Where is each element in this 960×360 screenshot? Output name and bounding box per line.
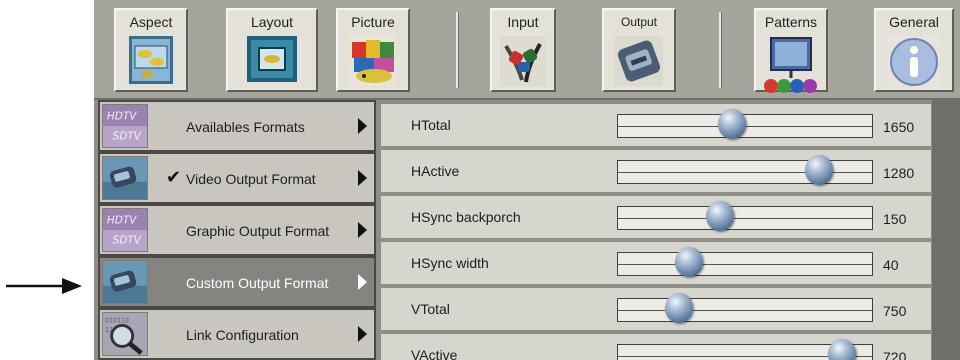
general-info-icon bbox=[888, 36, 940, 88]
param-value: 40 bbox=[883, 257, 899, 273]
toolbar-separator bbox=[456, 12, 459, 88]
magnifier-icon: 010110 110100 bbox=[102, 312, 148, 356]
param-label: VTotal bbox=[411, 301, 450, 317]
param-label: VActive bbox=[411, 347, 458, 360]
menu-item-label: Video Output Format bbox=[186, 171, 316, 187]
param-row-vactive: VActive 720 bbox=[380, 333, 932, 360]
parameter-panel: HTotal 1650 HActive 1280 HSync backporch… bbox=[380, 100, 932, 360]
chevron-right-icon bbox=[358, 118, 367, 134]
svg-text:HDTV: HDTV bbox=[107, 214, 137, 226]
slider-knob[interactable] bbox=[705, 201, 734, 231]
aspect-icon bbox=[129, 36, 173, 84]
video-connector-icon bbox=[102, 260, 148, 304]
layout-button[interactable]: Layout bbox=[226, 8, 318, 92]
patterns-icon bbox=[764, 37, 817, 93]
param-value: 750 bbox=[883, 303, 907, 319]
output-button-label: Output bbox=[620, 15, 658, 29]
layout-button-label: Layout bbox=[250, 14, 294, 30]
svg-text:SDTV: SDTV bbox=[113, 130, 142, 142]
param-row-htotal: HTotal 1650 bbox=[380, 103, 932, 147]
hactive-slider[interactable] bbox=[617, 155, 873, 185]
checkmark-icon: ✔ bbox=[166, 167, 182, 188]
menu-item-availables-formats[interactable]: HDTV SDTV Availables Formats bbox=[98, 100, 376, 152]
input-icon bbox=[500, 36, 546, 86]
submenu: HDTV SDTV Availables Formats ✔ Video Out… bbox=[98, 100, 378, 360]
chevron-right-icon bbox=[358, 222, 367, 238]
general-button-label: General bbox=[889, 14, 939, 30]
param-row-vtotal: VTotal 750 bbox=[380, 287, 932, 331]
toolbar-separator bbox=[719, 12, 722, 88]
param-label: HSync width bbox=[411, 255, 489, 271]
output-icon bbox=[615, 36, 663, 86]
chevron-right-icon bbox=[358, 274, 367, 290]
hdtv-sdtv-icon: HDTV SDTV bbox=[102, 208, 148, 252]
layout-icon bbox=[247, 36, 297, 82]
menu-item-link-configuration[interactable]: 010110 110100 Link Configuration bbox=[98, 308, 376, 360]
app-window: Aspect Layout Picture Input Output Patte… bbox=[94, 0, 960, 360]
chevron-right-icon bbox=[358, 326, 367, 342]
param-label: HTotal bbox=[411, 117, 451, 133]
param-label: HActive bbox=[411, 163, 460, 179]
video-connector-icon bbox=[102, 156, 148, 200]
pointer-arrow-icon bbox=[6, 278, 82, 294]
screenshot: { "toolbar": { "buttons": [ {"label": "A… bbox=[0, 0, 960, 360]
patterns-button-label: Patterns bbox=[764, 14, 818, 30]
param-row-hactive: HActive 1280 bbox=[380, 149, 932, 193]
hsync-backporch-slider[interactable] bbox=[617, 201, 873, 231]
param-value: 1650 bbox=[883, 119, 915, 135]
picture-button-label: Picture bbox=[351, 14, 395, 30]
hdtv-sdtv-icon: HDTV SDTV bbox=[102, 104, 148, 148]
menu-item-graphic-output-format[interactable]: HDTV SDTV Graphic Output Format bbox=[98, 204, 376, 256]
menu-item-label: Availables Formats bbox=[186, 119, 305, 135]
menu-item-video-output-format[interactable]: ✔ Video Output Format bbox=[98, 152, 376, 204]
patterns-button[interactable]: Patterns bbox=[754, 8, 828, 93]
param-value: 1280 bbox=[883, 165, 915, 181]
slider-knob[interactable] bbox=[675, 247, 704, 277]
picture-button[interactable]: Picture bbox=[336, 8, 410, 92]
menu-item-label: Link Configuration bbox=[186, 327, 299, 343]
general-button[interactable]: General bbox=[874, 8, 954, 92]
chevron-right-icon bbox=[358, 170, 367, 186]
slider-knob[interactable] bbox=[804, 155, 833, 185]
aspect-button[interactable]: Aspect bbox=[114, 8, 188, 92]
menu-item-custom-output-format[interactable]: Custom Output Format bbox=[98, 256, 376, 308]
slider-knob[interactable] bbox=[718, 109, 747, 139]
svg-text:SDTV: SDTV bbox=[113, 234, 142, 246]
param-label: HSync backporch bbox=[411, 209, 521, 225]
vactive-slider[interactable] bbox=[617, 339, 873, 360]
aspect-button-label: Aspect bbox=[129, 14, 173, 30]
param-value: 150 bbox=[883, 211, 907, 227]
menu-item-label: Graphic Output Format bbox=[186, 223, 330, 239]
slider-knob[interactable] bbox=[827, 339, 856, 360]
param-row-hsync-width: HSync width 40 bbox=[380, 241, 932, 285]
hsync-width-slider[interactable] bbox=[617, 247, 873, 277]
svg-text:010110: 010110 bbox=[105, 317, 129, 325]
toolbar: Aspect Layout Picture Input Output Patte… bbox=[94, 0, 960, 100]
menu-item-label: Custom Output Format bbox=[186, 275, 329, 291]
input-button-label: Input bbox=[507, 14, 539, 30]
htotal-slider[interactable] bbox=[617, 109, 873, 139]
svg-text:HDTV: HDTV bbox=[107, 110, 137, 122]
picture-icon bbox=[350, 36, 396, 86]
param-row-hsync-backporch: HSync backporch 150 bbox=[380, 195, 932, 239]
param-value: 720 bbox=[883, 349, 907, 360]
input-button[interactable]: Input bbox=[490, 8, 556, 92]
slider-knob[interactable] bbox=[664, 293, 693, 323]
output-button[interactable]: Output bbox=[602, 8, 676, 92]
vtotal-slider[interactable] bbox=[617, 293, 873, 323]
